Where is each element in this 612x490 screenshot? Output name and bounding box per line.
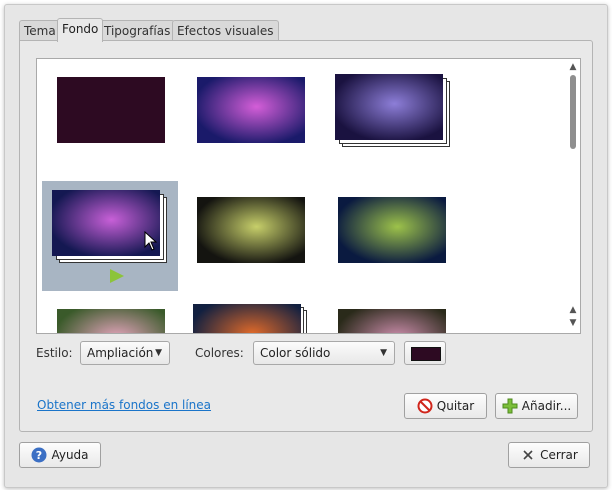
- slideshow-play-icon: [110, 269, 124, 283]
- chevron-down-icon: ▼: [380, 348, 387, 358]
- close-icon: [520, 447, 536, 463]
- tab-fondo[interactable]: Fondo: [57, 18, 104, 42]
- scroll-up-icon[interactable]: ▲: [568, 62, 578, 72]
- wallpaper-image: [197, 197, 305, 263]
- style-combobox[interactable]: Ampliación ▼: [80, 341, 170, 365]
- color-picker-button[interactable]: [404, 341, 446, 365]
- wallpaper-thumbnail-purple-nebula[interactable]: [321, 61, 453, 171]
- help-icon: ?: [31, 447, 47, 463]
- tab-efectos-visuales[interactable]: Efectos visuales: [172, 20, 279, 41]
- wallpaper-image: [338, 309, 446, 333]
- scroll-down-icon[interactable]: ▼: [568, 318, 578, 328]
- wallpaper-thumbnail-solid[interactable]: [39, 61, 171, 171]
- wallpaper-image: [57, 77, 165, 143]
- tab-tipografias[interactable]: Tipografías: [99, 20, 176, 41]
- style-value: Ampliación: [87, 346, 154, 360]
- scrollbar-thumb[interactable]: [570, 75, 576, 149]
- wallpaper-thumbnail-slideshow-selected[interactable]: [42, 181, 178, 291]
- wallpaper-image: [197, 77, 305, 143]
- wallpaper-image: [193, 304, 301, 333]
- add-button[interactable]: Añadir...: [495, 393, 578, 419]
- colors-label: Colores:: [195, 346, 244, 360]
- close-button[interactable]: Cerrar: [508, 442, 590, 468]
- style-label: Estilo:: [36, 346, 73, 360]
- tab-tema[interactable]: Tema: [19, 20, 61, 41]
- wallpaper-thumbnail-purple-aurora[interactable]: [180, 61, 312, 171]
- scroll-up-icon[interactable]: ▲: [568, 305, 578, 315]
- remove-button[interactable]: Quitar: [404, 393, 487, 419]
- colors-value: Color sólido: [260, 346, 331, 360]
- colors-combobox[interactable]: Color sólido ▼: [253, 341, 395, 365]
- close-button-label: Cerrar: [540, 448, 578, 462]
- more-backgrounds-online-link[interactable]: Obtener más fondos en línea: [37, 398, 211, 412]
- wallpaper-gallery[interactable]: ▲ ▲ ▼: [36, 58, 581, 334]
- chevron-down-icon: ▼: [155, 348, 162, 358]
- background-tab-panel: ▲ ▲ ▼ Estilo: Ampliación ▼ Colores: Colo…: [19, 40, 593, 432]
- wallpaper-thumbnail-pink-flowers[interactable]: [39, 301, 171, 333]
- wallpaper-thumbnail-tree-branches[interactable]: [180, 181, 312, 291]
- wallpaper-image: [57, 309, 165, 333]
- wallpaper-thumbnail-green-light-rays[interactable]: [321, 181, 453, 291]
- wallpaper-thumbnail-dark-flowers[interactable]: [321, 301, 453, 333]
- wallpaper-thumbnail-colorful-nebula[interactable]: [180, 301, 312, 333]
- color-swatch: [411, 347, 441, 361]
- gallery-scrollbar[interactable]: ▲ ▲ ▼: [566, 59, 580, 333]
- mouse-pointer-icon: [144, 230, 158, 254]
- svg-text:?: ?: [36, 449, 42, 462]
- wallpaper-image: [338, 197, 446, 263]
- remove-button-label: Quitar: [436, 399, 475, 413]
- forbidden-icon: [417, 398, 433, 414]
- help-button[interactable]: ? Ayuda: [19, 442, 101, 468]
- add-plus-icon: [502, 398, 518, 414]
- wallpaper-image: [335, 74, 443, 140]
- help-button-label: Ayuda: [51, 448, 89, 462]
- appearance-preferences-window: Tema Fondo Tipografías Efectos visuales: [4, 4, 608, 488]
- add-button-label: Añadir...: [521, 399, 572, 413]
